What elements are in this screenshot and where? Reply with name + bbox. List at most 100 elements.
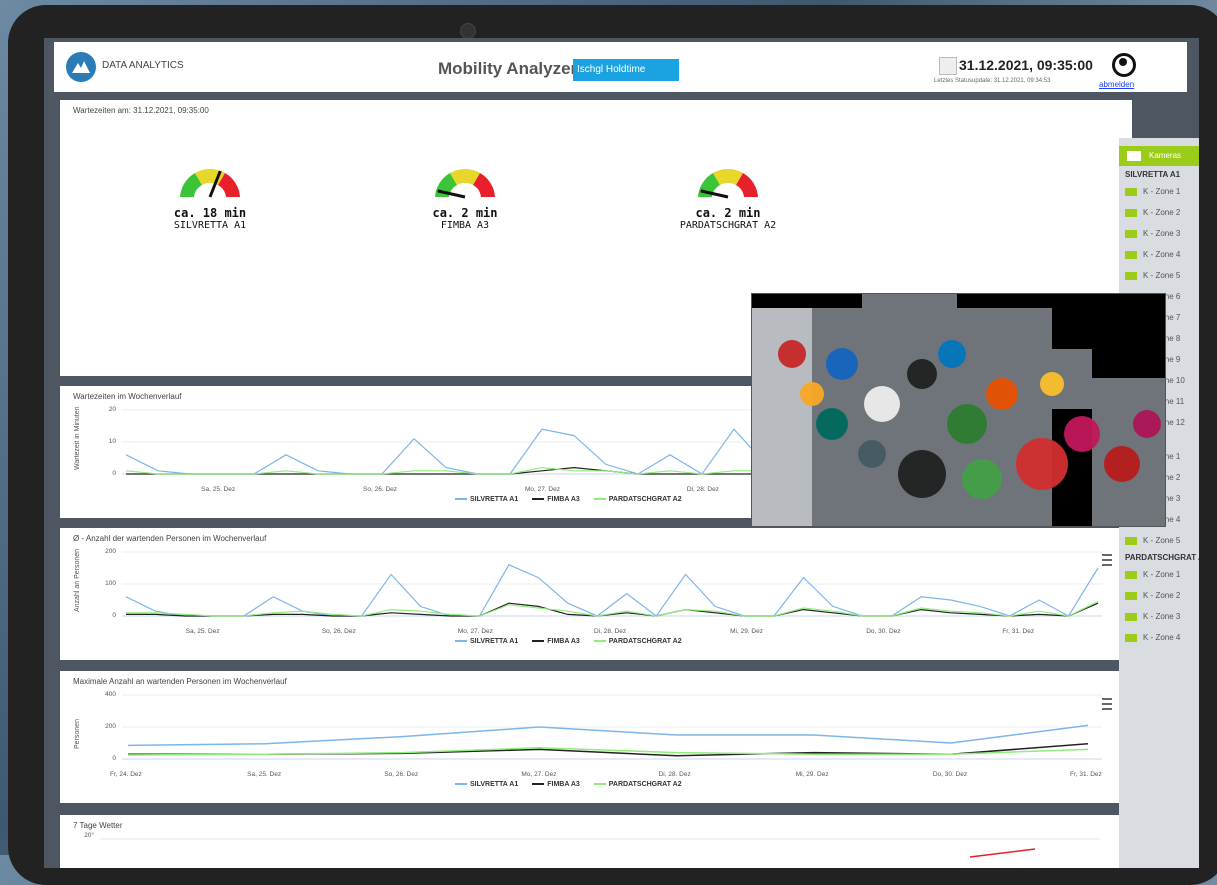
gauge-time: ca. 2 min bbox=[695, 206, 761, 220]
chart-legend[interactable]: SILVRETTA A1 FIMBA A3 PARDATSCHGRAT A2 bbox=[455, 496, 682, 503]
chart-legend[interactable]: SILVRETTA A1 FIMBA A3 PARDATSCHGRAT A2 bbox=[455, 638, 682, 645]
legend-item[interactable]: PARDATSCHGRAT A2 bbox=[593, 781, 682, 788]
y-axis-label: Wartezeit in Minuten bbox=[74, 406, 81, 470]
series-line-2[interactable] bbox=[127, 747, 1089, 756]
y-tick-label: 0 bbox=[112, 470, 116, 477]
camera-zone-label: K - Zone 1 bbox=[1143, 570, 1181, 579]
camera-zone-label: K - Zone 5 bbox=[1143, 271, 1181, 280]
x-tick-label: Mi, 29. Dez bbox=[795, 771, 829, 778]
gauge-dial bbox=[180, 168, 240, 198]
cameras-header[interactable]: Kameras bbox=[1119, 146, 1199, 166]
x-tick-label: Sa, 25. Dez bbox=[247, 771, 282, 778]
camera-zone-item[interactable]: K - Zone 1 bbox=[1119, 564, 1199, 585]
y-tick-label: 10 bbox=[108, 438, 116, 445]
legend-item[interactable]: FIMBA A3 bbox=[532, 781, 580, 788]
camera-zone-item[interactable]: K - Zone 5 bbox=[1119, 530, 1199, 551]
camera-icon bbox=[1125, 250, 1137, 259]
weather-chart bbox=[100, 838, 1100, 858]
camera-zone-item[interactable]: K - Zone 3 bbox=[1119, 606, 1199, 627]
series-line-0[interactable] bbox=[125, 564, 1099, 617]
chart-max-persons-panel: Maximale Anzahl an wartenden Personen im… bbox=[60, 671, 1132, 803]
series-line-0[interactable] bbox=[125, 428, 799, 475]
camera-zone-item[interactable]: K - Zone 4 bbox=[1119, 244, 1199, 265]
camera-zone-item[interactable]: K - Zone 5 bbox=[1119, 265, 1199, 286]
chart-plot bbox=[122, 409, 802, 475]
gauge-name: SILVRETTA A1 bbox=[173, 220, 247, 231]
temperature-line bbox=[969, 848, 1036, 858]
sidebar-group-title: PARDATSCHGRAT A2 bbox=[1125, 553, 1199, 562]
chart-legend[interactable]: SILVRETTA A1 FIMBA A3 PARDATSCHGRAT A2 bbox=[455, 781, 682, 788]
chart-menu-icon[interactable] bbox=[1102, 698, 1112, 710]
chart-title: Maximale Anzahl an wartenden Personen im… bbox=[73, 677, 287, 686]
y-tick-label: 100 bbox=[105, 580, 116, 587]
series-line-0[interactable] bbox=[127, 724, 1089, 747]
y-tick-label: 200 bbox=[105, 723, 116, 730]
x-tick-label: Sa, 25. Dez bbox=[201, 486, 236, 493]
x-tick-label: Di, 28. Dez bbox=[594, 628, 627, 635]
camera-zone-label: K - Zone 4 bbox=[1143, 633, 1181, 642]
legend-item[interactable]: FIMBA A3 bbox=[532, 496, 580, 503]
y-tick-label: 200 bbox=[105, 548, 116, 555]
camera-notch bbox=[460, 23, 476, 39]
series-line-2[interactable] bbox=[126, 601, 1099, 617]
gauge-name: FIMBA A3 bbox=[440, 220, 490, 231]
chart-plot bbox=[122, 551, 1102, 617]
weather-title: 7 Tage Wetter bbox=[73, 821, 123, 830]
x-tick-label: Mo, 27. Dez bbox=[521, 771, 557, 778]
camera-icon bbox=[1125, 591, 1137, 600]
y-axis-label: Personen bbox=[74, 719, 81, 749]
x-tick-label: Di, 28. Dez bbox=[658, 771, 691, 778]
x-tick-label: Di, 28. Dez bbox=[686, 486, 719, 493]
camera-image bbox=[752, 294, 1165, 526]
y-tick-label: 0 bbox=[112, 612, 116, 619]
x-tick-label: Do, 30. Dez bbox=[866, 628, 901, 635]
location-select[interactable]: Ischgl Holdtime bbox=[573, 59, 679, 81]
gauge-name: PARDATSCHGRAT A2 bbox=[679, 220, 777, 231]
x-tick-label: Mo, 27. Dez bbox=[524, 486, 560, 493]
legend-item[interactable]: SILVRETTA A1 bbox=[455, 781, 518, 788]
camera-zone-item[interactable]: K - Zone 3 bbox=[1119, 223, 1199, 244]
camera-icon bbox=[1125, 536, 1137, 545]
chart-menu-icon[interactable] bbox=[1102, 554, 1112, 566]
legend-item[interactable]: SILVRETTA A1 bbox=[455, 638, 518, 645]
user-icon[interactable] bbox=[1112, 53, 1136, 77]
camera-zone-label: K - Zone 5 bbox=[1143, 536, 1181, 545]
camera-zone-label: K - Zone 3 bbox=[1143, 229, 1181, 238]
y-tick-label: 20 bbox=[108, 406, 116, 413]
camera-icon bbox=[1125, 633, 1137, 642]
camera-zone-item[interactable]: K - Zone 1 bbox=[1119, 181, 1199, 202]
legend-item[interactable]: FIMBA A3 bbox=[532, 638, 580, 645]
x-tick-label: Mi, 29. Dez bbox=[730, 628, 763, 635]
camera-icon bbox=[1125, 187, 1137, 196]
gauge-time: ca. 18 min bbox=[173, 206, 247, 220]
x-tick-label: Fr, 31. Dez bbox=[1070, 771, 1102, 778]
legend-item[interactable]: PARDATSCHGRAT A2 bbox=[593, 496, 682, 503]
camera-icon bbox=[1125, 229, 1137, 238]
chart-avg-persons-panel: Ø - Anzahl der wartenden Personen im Woc… bbox=[60, 528, 1132, 660]
camera-zone-label: K - Zone 1 bbox=[1143, 187, 1181, 196]
camera-feed[interactable] bbox=[751, 293, 1166, 527]
gauge-dial bbox=[698, 168, 758, 199]
logout-link[interactable]: abmelden bbox=[1099, 80, 1134, 89]
y-tick: 20° bbox=[84, 832, 94, 839]
chart-title: Wartezeiten im Wochenverlauf bbox=[73, 392, 182, 401]
wait-times-title: Wartezeiten am: 31.12.2021, 09:35:00 bbox=[73, 106, 209, 115]
camera-zone-item[interactable]: K - Zone 4 bbox=[1119, 627, 1199, 648]
x-tick-label: Mo, 27. Dez bbox=[457, 628, 493, 635]
legend-item[interactable]: PARDATSCHGRAT A2 bbox=[593, 638, 682, 645]
calendar-icon[interactable] bbox=[939, 57, 957, 75]
app-title: Mobility Analyzer bbox=[438, 59, 578, 78]
camera-zone-label: K - Zone 3 bbox=[1143, 612, 1181, 621]
logo-icon bbox=[66, 52, 96, 82]
legend-item[interactable]: SILVRETTA A1 bbox=[455, 496, 518, 503]
status-update: Letztes Statusupdate: 31.12.2021, 09:34:… bbox=[934, 78, 1051, 84]
gauge-dial bbox=[435, 168, 495, 199]
brand-name: DATA ANALYTICS bbox=[102, 60, 184, 71]
camera-icon bbox=[1125, 208, 1137, 217]
camera-zone-item[interactable]: K - Zone 2 bbox=[1119, 202, 1199, 223]
camera-icon bbox=[1125, 271, 1137, 280]
gauge-silvretta: ca. 18 min SILVRETTA A1 bbox=[140, 165, 280, 231]
gauge-pardatschgrat: ca. 2 min PARDATSCHGRAT A2 bbox=[658, 165, 798, 231]
x-tick-label: Sa, 25. Dez bbox=[185, 628, 220, 635]
camera-zone-item[interactable]: K - Zone 2 bbox=[1119, 585, 1199, 606]
